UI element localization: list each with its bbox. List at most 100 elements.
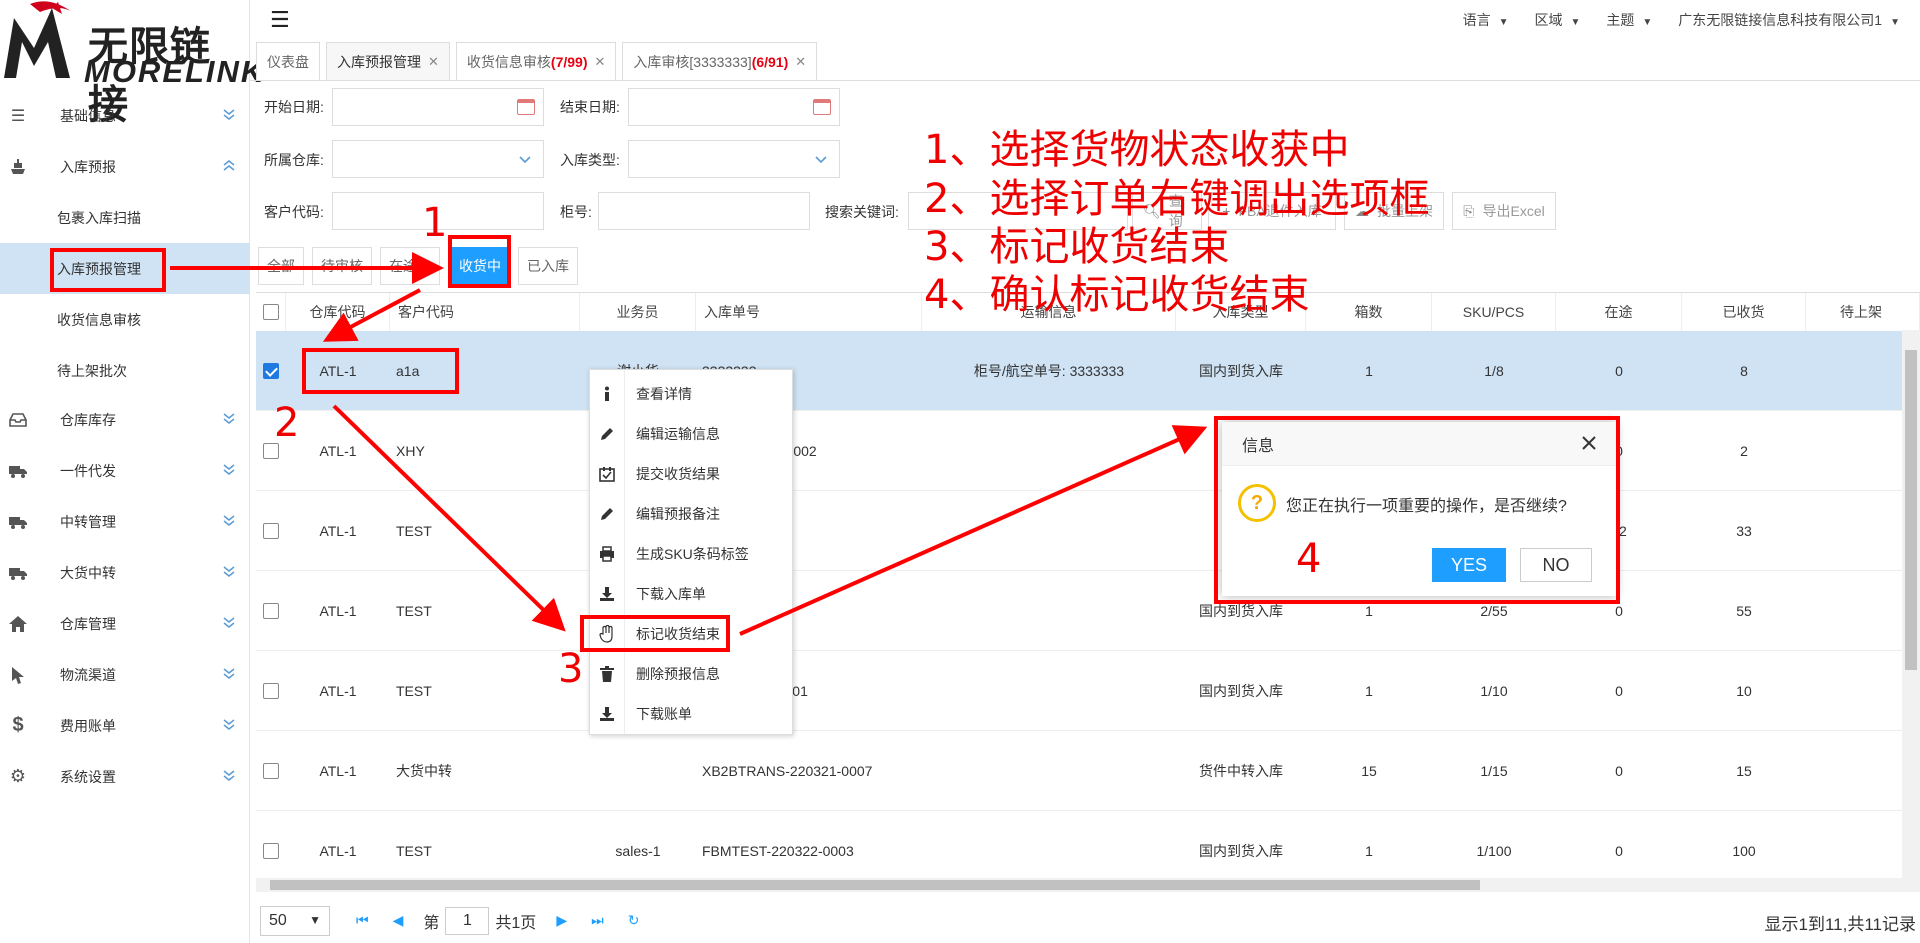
scroll-thumb[interactable] [270, 880, 1480, 890]
column-header[interactable]: 仓库代码 [286, 293, 390, 331]
language-dropdown[interactable]: 语言 ▼ [1463, 10, 1509, 30]
container-no-input[interactable] [598, 192, 810, 230]
select-all-checkbox[interactable] [262, 304, 279, 320]
status-in-transit-button[interactable]: 在途中 [380, 247, 440, 285]
last-page-icon[interactable]: ⏭ [591, 912, 604, 929]
close-icon[interactable]: ✕ [428, 54, 439, 70]
table-row[interactable]: ATL-1XHYXHY-220427-000202 [256, 411, 1920, 491]
row-select-cell[interactable] [256, 731, 286, 811]
start-date-input[interactable] [332, 88, 544, 126]
scroll-thumb[interactable] [1905, 350, 1917, 670]
sidebar-item-billing[interactable]: $ 费用账单 [0, 700, 250, 751]
truck-icon [8, 515, 28, 529]
row-checkbox[interactable] [263, 523, 279, 539]
row-select-cell[interactable] [256, 651, 286, 731]
row-checkbox[interactable] [263, 843, 279, 859]
company-dropdown[interactable]: 广东无限链接信息科技有限公司1 ▼ [1678, 10, 1900, 30]
sidebar-subitem-parcel-scan[interactable]: 包裹入库扫描 [0, 192, 250, 243]
sidebar-item-inbound-forecast[interactable]: 入库预报 [0, 141, 250, 192]
row-select-cell[interactable] [256, 811, 286, 877]
status-receiving-button[interactable]: 收货中 [451, 247, 509, 285]
table-row[interactable]: ATL-1a1a谢小华3333333柜号/航空单号: 3333333国内到货入库… [256, 331, 1920, 411]
table-row[interactable]: ATL-1 TEST sales-1 FBMTEST-220322-0003 国内到货入… [256, 811, 1920, 877]
hamburger-menu-icon[interactable]: ☰ [270, 7, 290, 33]
column-header[interactable]: 业务员 [580, 293, 696, 331]
tab-receipt-review[interactable]: 收货信息审核 (7/99) ✕ [455, 42, 617, 80]
column-header[interactable]: SKU/PCS [1432, 293, 1556, 331]
close-icon[interactable]: ✕ [594, 54, 605, 70]
row-checkbox[interactable] [263, 363, 279, 379]
column-header[interactable]: 箱数 [1306, 293, 1432, 331]
page-size-select[interactable]: 50 ▼ [260, 905, 330, 936]
horizontal-scrollbar[interactable] [256, 878, 1920, 892]
table-row[interactable]: ATL-1TESTTEST20411042233 [256, 491, 1920, 571]
theme-dropdown[interactable]: 主题 ▼ [1606, 10, 1652, 30]
refresh-icon[interactable]: ↻ [628, 912, 640, 929]
print-icon [590, 546, 624, 562]
row-checkbox[interactable] [263, 603, 279, 619]
close-icon[interactable]: ✕ [795, 54, 806, 70]
row-select-cell[interactable] [256, 331, 286, 411]
sidebar-item-system-settings[interactable]: ⚙ 系统设置 [0, 751, 250, 802]
status-pending-review-button[interactable]: 待审核 [312, 247, 372, 285]
end-date-input[interactable] [628, 88, 840, 126]
close-icon[interactable] [1580, 434, 1598, 452]
export-excel-button[interactable]: ⎘ 导出Excel [1452, 192, 1556, 230]
tab-dashboard[interactable]: 仪表盘 [256, 42, 320, 80]
inbound-type-select[interactable] [628, 140, 840, 178]
table-row[interactable]: ATL-1TESTTEST2041103国内到货入库12/55055 [256, 571, 1920, 651]
sidebar-item-basic-info[interactable]: ☰ 基础信息 [0, 90, 250, 141]
next-page-icon[interactable]: ▶ [556, 912, 567, 929]
dialog-yes-button[interactable]: YES [1432, 548, 1506, 582]
column-header[interactable]: 已收货 [1682, 293, 1806, 331]
context-menu-item[interactable]: 标记收货结束 [590, 614, 794, 654]
prev-page-icon[interactable]: ◀ [393, 912, 404, 929]
column-header[interactable]: 客户代码 [390, 293, 580, 331]
dialog-no-button[interactable]: NO [1520, 548, 1592, 582]
context-menu-item[interactable]: 编辑预报备注 [590, 494, 794, 534]
context-menu-item[interactable]: 生成SKU条码标签 [590, 534, 794, 574]
row-select-cell[interactable] [256, 491, 286, 571]
status-stocked-button[interactable]: 已入库 [518, 247, 578, 285]
chevron-down-icon [223, 566, 235, 577]
sidebar-item-inventory[interactable]: 仓库库存 [0, 394, 250, 445]
select-all-cell[interactable] [256, 293, 286, 331]
page-number-input[interactable]: 1 [445, 906, 490, 935]
sidebar-item-transfer-management[interactable]: 中转管理 [0, 496, 250, 547]
calendar-icon [517, 99, 535, 115]
customer-code-label: 客户代码: [264, 204, 324, 220]
status-all-button[interactable]: 全部 [258, 247, 304, 285]
context-menu-item[interactable]: 提交收货结果 [590, 454, 794, 494]
sidebar-subitem-forecast-management[interactable]: 入库预报管理 [0, 243, 250, 294]
sidebar-item-dropshipping[interactable]: 一件代发 [0, 445, 250, 496]
first-page-icon[interactable]: ⏮ [356, 912, 369, 929]
column-header[interactable]: 入库单号 [696, 293, 922, 331]
table-row[interactable]: ATL-1TESTTEST203280001国内到货入库11/10010 [256, 651, 1920, 731]
sidebar-item-warehouse-management[interactable]: 仓库管理 [0, 598, 250, 649]
context-menu-item[interactable]: 删除预报信息 [590, 654, 794, 694]
sidebar-subitem-pending-shelving[interactable]: 待上架批次 [0, 345, 250, 396]
tab-inbound-review[interactable]: 入库审核[3333333] (6/91) ✕ [622, 42, 818, 80]
context-menu-item[interactable]: 下载入库单 [590, 574, 794, 614]
context-menu-item[interactable]: 下载账单 [590, 694, 794, 734]
tab-forecast-management[interactable]: 入库预报管理 ✕ [326, 42, 450, 80]
column-header[interactable]: 在途 [1556, 293, 1682, 331]
vertical-scrollbar[interactable] [1902, 330, 1920, 878]
sidebar-item-bulk-transfer[interactable]: 大货中转 [0, 547, 250, 598]
context-menu-item[interactable]: 编辑运输信息 [590, 414, 794, 454]
sidebar-subitem-receipt-review[interactable]: 收货信息审核 [0, 294, 250, 345]
column-header[interactable]: 待上架 [1806, 293, 1920, 331]
row-select-cell[interactable] [256, 571, 286, 651]
warehouse-select[interactable] [332, 140, 544, 178]
row-checkbox[interactable] [263, 683, 279, 699]
status-label: 全部 [267, 258, 295, 274]
sidebar-item-logistics-channel[interactable]: 物流渠道 [0, 649, 250, 700]
table-cell-received: 55 [1736, 603, 1752, 619]
table-row[interactable]: ATL-1 大货中转 XB2BTRANS-220321-0007 货件中转入库 15 1/… [256, 731, 1920, 811]
table-cell-transit: 0 [1615, 763, 1623, 779]
sidebar-item-label: 包裹入库扫描 [57, 209, 141, 226]
context-menu-item[interactable]: 查看详情 [590, 374, 794, 414]
sidebar-item-label: 待上架批次 [57, 362, 127, 379]
row-checkbox[interactable] [263, 763, 279, 779]
region-dropdown[interactable]: 区域 ▼ [1534, 10, 1580, 30]
